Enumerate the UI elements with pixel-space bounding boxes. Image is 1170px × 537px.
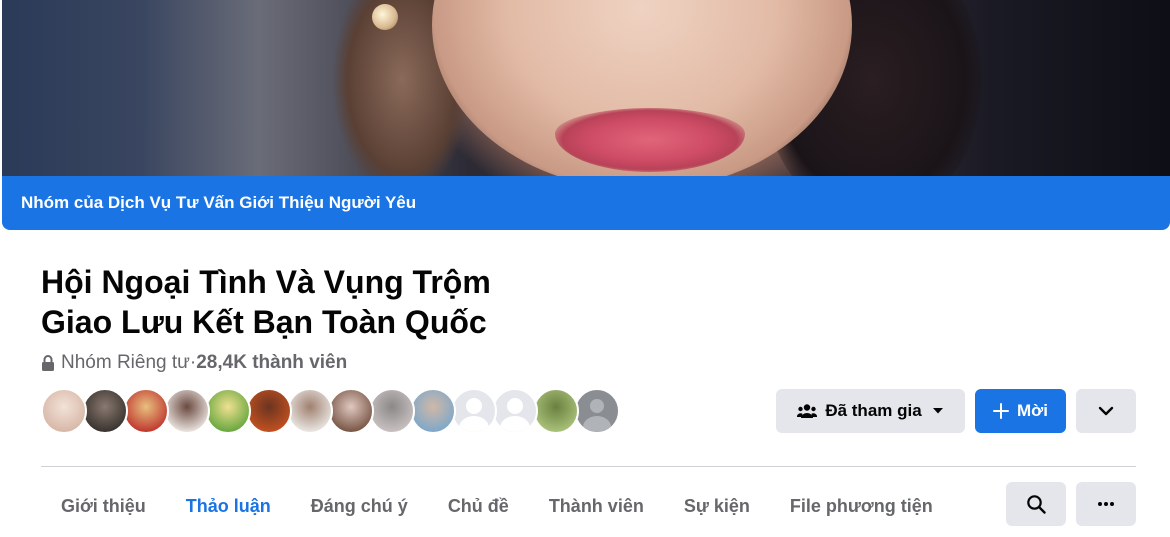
invite-label: Mời bbox=[1017, 401, 1048, 420]
more-options-button[interactable] bbox=[1076, 389, 1136, 433]
group-title-line1: Hội Ngoại Tình Và Vụng Trộm bbox=[41, 264, 491, 300]
member-avatar[interactable] bbox=[287, 388, 333, 434]
group-owner-banner[interactable]: Nhóm của Dịch Vụ Tư Vấn Giới Thiệu Người… bbox=[2, 176, 1170, 230]
group-members-icon bbox=[797, 403, 818, 419]
tab-item[interactable]: Thảo luận bbox=[166, 482, 291, 530]
lock-icon bbox=[42, 355, 54, 371]
plus-icon bbox=[993, 403, 1009, 419]
chevron-down-icon bbox=[1098, 406, 1114, 416]
member-avatars[interactable] bbox=[41, 388, 620, 434]
tab-item[interactable]: Đáng chú ý bbox=[291, 482, 428, 530]
member-avatar[interactable] bbox=[328, 388, 374, 434]
group-title-line2: Giao Lưu Kết Bạn Toàn Quốc bbox=[41, 304, 487, 340]
group-tabs: Giới thiệu Thảo luận Đáng chú ý Chủ đề Thành… bbox=[41, 482, 953, 530]
group-privacy[interactable]: Nhóm Riêng tư bbox=[61, 352, 190, 374]
caret-down-icon bbox=[932, 407, 944, 415]
cover-earring bbox=[372, 4, 398, 30]
header-divider bbox=[41, 466, 1136, 467]
tab-item[interactable]: Thành viên bbox=[529, 482, 664, 530]
tab-item[interactable]: Chủ đề bbox=[428, 482, 529, 530]
joined-label: Đã tham gia bbox=[825, 401, 922, 420]
tab-item[interactable]: File phương tiện bbox=[770, 482, 953, 530]
joined-button[interactable]: Đã tham gia bbox=[776, 389, 965, 433]
member-avatar[interactable] bbox=[574, 388, 620, 434]
group-title[interactable]: Hội Ngoại Tình Và Vụng Trộm Giao Lưu Kết… bbox=[41, 262, 601, 342]
cover-photo[interactable] bbox=[2, 0, 1170, 176]
group-owner-text[interactable]: Nhóm của Dịch Vụ Tư Vấn Giới Thiệu Người… bbox=[21, 193, 416, 213]
member-avatar[interactable] bbox=[41, 388, 87, 434]
member-avatar[interactable] bbox=[410, 388, 456, 434]
more-dots-icon bbox=[1097, 501, 1115, 507]
member-avatar[interactable] bbox=[369, 388, 415, 434]
member-avatar[interactable] bbox=[82, 388, 128, 434]
member-avatar[interactable] bbox=[451, 388, 497, 434]
member-avatar[interactable] bbox=[205, 388, 251, 434]
group-meta: Nhóm Riêng tư · 28,4K thành viên bbox=[41, 352, 347, 374]
invite-button[interactable]: Mời bbox=[975, 389, 1066, 433]
member-avatar[interactable] bbox=[164, 388, 210, 434]
more-dots-button[interactable] bbox=[1076, 482, 1136, 526]
member-count[interactable]: 28,4K thành viên bbox=[196, 352, 347, 374]
member-avatar[interactable] bbox=[123, 388, 169, 434]
search-button[interactable] bbox=[1006, 482, 1066, 526]
member-avatar[interactable] bbox=[246, 388, 292, 434]
member-avatar[interactable] bbox=[533, 388, 579, 434]
member-avatar[interactable] bbox=[492, 388, 538, 434]
search-icon bbox=[1026, 494, 1046, 514]
tab-item[interactable]: Giới thiệu bbox=[41, 482, 166, 530]
tab-item[interactable]: Sự kiện bbox=[664, 482, 770, 530]
